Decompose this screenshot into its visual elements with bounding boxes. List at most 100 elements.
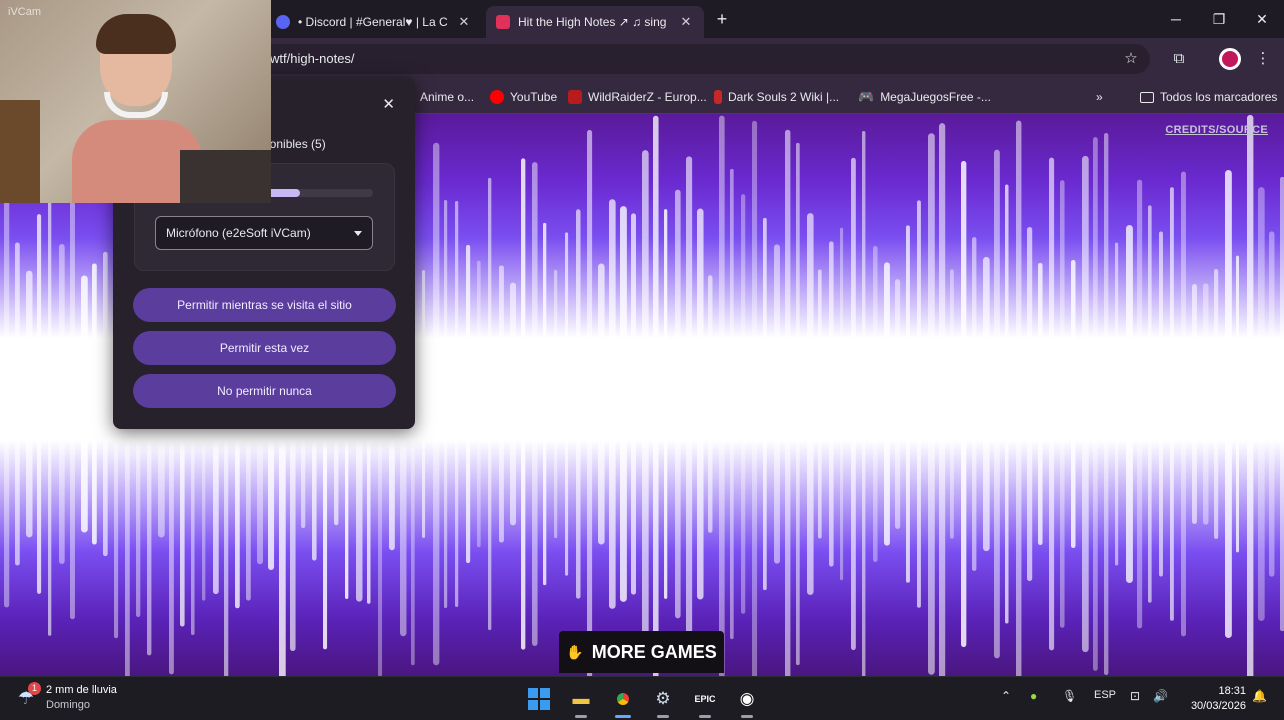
wave-bar xyxy=(972,237,977,571)
window-close-button[interactable]: ✕ xyxy=(1250,8,1274,30)
wave-bar xyxy=(862,130,866,676)
close-icon[interactable]: ✕ xyxy=(382,95,395,113)
address-bar[interactable]: wtf/high-notes/ xyxy=(150,44,1150,74)
extensions-icon[interactable]: ⧉ xyxy=(1168,48,1190,70)
wave-bar xyxy=(1115,242,1119,566)
wave-bar xyxy=(708,275,713,533)
steam-icon[interactable]: ⚙ xyxy=(648,684,678,718)
wave-bar xyxy=(488,177,492,631)
wave-bar xyxy=(554,269,558,539)
bookmark-anime[interactable]: Anime o... xyxy=(420,87,474,107)
webcam-overlay: iVCam xyxy=(0,0,271,203)
wave-bar xyxy=(1093,137,1098,671)
tab-title: • Discord | #General♥ | La Ca xyxy=(298,15,448,29)
wave-bar xyxy=(884,262,890,546)
close-icon[interactable]: ✕ xyxy=(456,14,472,30)
wave-bar xyxy=(433,142,440,666)
tab-title: Hit the High Notes ↗ ♫ sing xyxy=(518,15,667,29)
webcam-label: iVCam xyxy=(8,6,42,18)
wave-bar xyxy=(1071,259,1076,549)
wave-bar xyxy=(1137,179,1143,629)
screen: • Discord | #General♥ | La Ca ✕ Hit the … xyxy=(0,0,1284,720)
wave-bar xyxy=(510,282,517,526)
minimize-button[interactable]: ─ xyxy=(1164,8,1188,30)
never-allow-button[interactable]: No permitir nunca xyxy=(133,374,396,408)
chevron-down-icon xyxy=(354,230,362,236)
wave-bar xyxy=(26,270,33,538)
tab-discord[interactable]: • Discord | #General♥ | La Ca ✕ xyxy=(266,6,482,38)
wave-bar xyxy=(1170,187,1174,621)
volume-icon[interactable]: 🔊 xyxy=(1153,689,1168,703)
language-indicator[interactable]: ESP xyxy=(1094,689,1116,701)
rain-icon: ☂ 1 xyxy=(14,682,41,710)
folder-icon xyxy=(1140,91,1154,103)
wave-bar xyxy=(455,200,459,608)
microphone-icon[interactable]: 🎙 xyxy=(1062,689,1077,703)
wave-bar xyxy=(829,241,834,567)
chrome-icon[interactable] xyxy=(608,684,638,718)
wave-bar xyxy=(994,149,1000,659)
avatar[interactable] xyxy=(1219,48,1241,70)
allow-while-visiting-button[interactable]: Permitir mientras se visita el sitio xyxy=(133,288,396,322)
wave-bar xyxy=(1214,268,1219,540)
wave-bar xyxy=(1236,255,1240,553)
wave-bar xyxy=(642,150,649,658)
obs-icon[interactable]: ◉ xyxy=(732,684,762,718)
start-button[interactable] xyxy=(524,684,554,714)
gamepad-icon: 🎮 xyxy=(858,89,875,104)
notification-badge: 1 xyxy=(28,682,41,695)
wave-bar xyxy=(1247,114,1254,676)
time-text: 18:31 xyxy=(1218,685,1246,697)
menu-icon[interactable]: ⋮ xyxy=(1252,48,1274,70)
tray-app-icon[interactable]: ● xyxy=(1030,689,1037,703)
bookmark-wildraiderz[interactable]: WildRaiderZ - Europ... xyxy=(568,87,707,107)
wave-bar xyxy=(840,227,844,581)
wave-bar xyxy=(466,244,471,564)
weather-line1: 2 mm de lluvia xyxy=(46,684,117,696)
wildraiderz-icon xyxy=(568,90,582,104)
all-bookmarks-folder[interactable]: Todos los marcadores xyxy=(1140,87,1277,107)
wave-bar xyxy=(1225,170,1232,638)
wave-bar xyxy=(631,213,636,595)
chevron-up-icon[interactable]: ⌃ xyxy=(1001,689,1011,703)
wave-bar xyxy=(752,120,758,676)
clock[interactable]: 18:31 30/03/2026 xyxy=(1182,684,1246,714)
weather-widget[interactable]: ☂ 1 2 mm de lluvia Domingo xyxy=(14,682,117,713)
darksouls-icon xyxy=(714,90,722,104)
wave-bar xyxy=(499,265,504,543)
device-select[interactable]: Micrófono (e2eSoft iVCam) xyxy=(155,216,373,250)
notifications-icon[interactable]: 🔔 xyxy=(1252,689,1267,703)
music-note-icon xyxy=(496,15,510,29)
wave-bar xyxy=(686,156,693,652)
wave-bar xyxy=(928,133,935,675)
wave-bar xyxy=(653,115,659,676)
more-games-button[interactable]: ✋ MORE GAMES xyxy=(559,631,724,673)
headphones-shape xyxy=(104,92,168,118)
restore-button[interactable]: ❐ xyxy=(1207,8,1231,30)
discord-icon xyxy=(276,15,290,29)
allow-once-button[interactable]: Permitir esta vez xyxy=(133,331,396,365)
new-tab-button[interactable]: + xyxy=(712,9,732,29)
wave-bar xyxy=(1082,155,1089,653)
wave-bar xyxy=(70,188,75,620)
epic-games-icon[interactable]: EPIC xyxy=(690,684,720,718)
wave-bar xyxy=(576,209,581,599)
wave-bar xyxy=(1159,231,1163,577)
bookmark-megajuegos[interactable]: 🎮 MegaJuegosFree -... xyxy=(858,87,991,107)
bookmark-youtube[interactable]: YouTube xyxy=(490,87,557,107)
tab-high-notes[interactable]: Hit the High Notes ↗ ♫ sing ✕ xyxy=(486,6,704,38)
chevron-right-icon[interactable]: » xyxy=(1096,87,1103,107)
wave-bar xyxy=(1192,283,1197,525)
star-icon[interactable]: ☆ xyxy=(1120,48,1142,70)
wave-bar xyxy=(730,168,734,640)
close-icon[interactable]: ✕ xyxy=(678,14,694,30)
file-explorer-icon[interactable]: ▬ xyxy=(566,684,596,718)
available-devices-text: ponibles (5) xyxy=(263,137,326,151)
wave-bar xyxy=(1181,171,1186,637)
wave-bar xyxy=(1038,262,1043,546)
network-icon[interactable]: ⊡ xyxy=(1130,689,1140,703)
chair-shape xyxy=(0,100,40,203)
bookmark-darksouls[interactable]: Dark Souls 2 Wiki |... xyxy=(714,87,839,107)
wave-bar xyxy=(48,172,52,636)
credits-link[interactable]: CREDITS/SOURCE xyxy=(1165,124,1268,136)
